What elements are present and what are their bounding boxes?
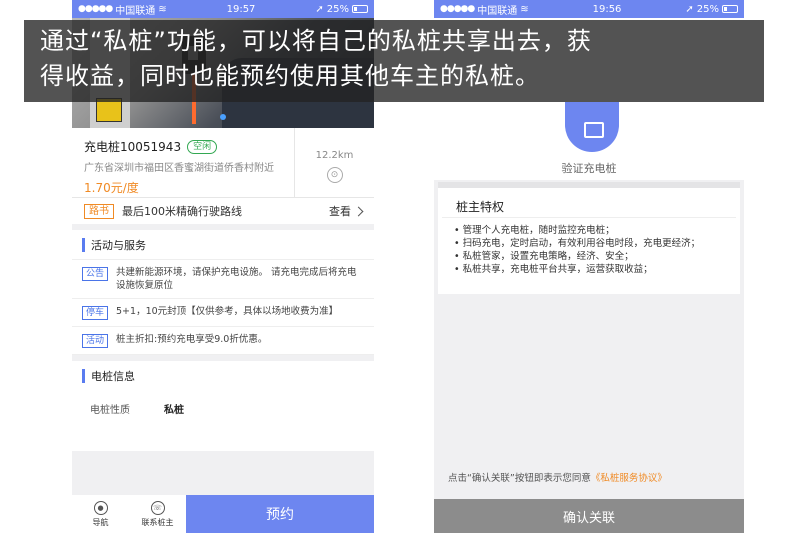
status-bar: ●●●●● 中国联通 ≋ 19:56 ➚ 25% [434,0,744,18]
electric-section: 电桩信息 电桩性质 私桩 [72,361,374,451]
location-pin-icon: ● [93,500,108,515]
distance-block[interactable]: 12.2km ⊙ [294,128,374,197]
route-text: 最后100米精确行驶路线 [122,205,242,218]
route-row[interactable]: 路书 最后100米精确行驶路线 查看 [72,198,374,230]
status-time: 19:57 [226,3,256,15]
activity-badge: 公告 [82,267,109,281]
status-time: 19:56 [592,3,622,15]
pile-type-value: 私桩 [164,405,184,416]
section-marker [82,237,85,252]
signal-icon: ●●●●● [78,4,113,14]
pile-distance: 12.2km [315,150,354,161]
privilege-item: • 管理个人充电桩，随时监控充电桩； [454,225,615,236]
section-marker [82,369,85,383]
book-button[interactable]: 预约 [186,495,374,533]
battery-icon [721,5,738,13]
privilege-card: 桩主特权 • 管理个人充电桩，随时监控充电桩； • 扫码充电，定时启动，有效利用… [438,182,740,294]
privilege-item: • 扫码充电，定时启动，有效利用谷电时段，充电更经济； [454,238,701,249]
wifi-icon: ≋ [158,3,167,15]
route-view-link[interactable]: 查看 [329,203,351,219]
list-item: 停车 5+1，10元封顶【仅供参考，具体以场地收费为准】 [72,299,374,327]
pile-address: 广东省深圳市福田区香蜜湖街道侨香村附近 [84,163,274,174]
pile-type-label: 电桩性质 [90,405,130,416]
activity-text: 5+1，10元封顶【仅供参考，具体以场地收费为准】 [116,306,339,317]
activities-title: 活动与服务 [91,238,146,252]
pile-name: 充电桩10051943 [84,140,182,154]
privilege-item: • 私桩共享，充电桩平台共享，运营获取收益； [454,264,653,275]
activity-badge: 停车 [82,306,109,320]
verify-scan-icon[interactable] [565,102,619,152]
signal-icon: ●●●●● [440,4,475,14]
chevron-right-icon [353,206,364,216]
agreement-text: 点击“确认关联”按钮即表示您同意《私桩服务协议》 [434,470,744,484]
verify-label[interactable]: 验证充电桩 [434,160,744,176]
pile-price: 1.70元/度 [84,181,139,195]
privilege-title: 桩主特权 [442,188,736,218]
agreement-prefix: 点击“确认关联”按钮即表示您同意 [448,473,591,484]
carrier-label: 中国联通 [115,5,156,17]
list-item: 活动 桩主折扣:预约充电享受9.0折优惠。 [72,327,374,355]
bottom-bar: ● 导航 ☏ 联系桩主 预约 [72,495,374,533]
battery-icon [351,5,368,13]
carrier-label: 中国联通 [477,5,518,17]
privilege-item: • 私桩管家，设置充电策略，经济、安全； [454,251,634,262]
agreement-link[interactable]: 《私桩服务协议》 [591,473,667,484]
caption-line-1: 通过“私桩”功能，可以将自己的私桩共享出去，获 [40,27,592,55]
contact-owner-button[interactable]: ☏ 联系桩主 [129,495,186,533]
phone-icon: ☏ [150,500,165,515]
location-icon: ➚ [315,3,324,15]
route-badge: 路书 [84,203,114,219]
battery-percent: 25% [326,3,349,15]
activity-badge: 活动 [82,334,109,348]
page: ●●●●● 中国联通 ≋ 19:57 ➚ 25% 充电桩10051943 空闲 … [0,0,800,533]
navigate-label: 导航 [92,517,109,527]
caption-overlay: 通过“私桩”功能，可以将自己的私桩共享出去，获 得收益，同时也能预约使用其他车主… [24,20,764,102]
wifi-icon: ≋ [520,3,529,15]
activity-text: 桩主折扣:预约充电享受9.0折优惠。 [116,334,268,345]
pile-status-badge: 空闲 [187,139,218,154]
electric-title: 电桩信息 [91,370,135,383]
location-pin-icon[interactable]: ⊙ [326,167,343,183]
list-item: 公告 共建新能源环境，请保护充电设施。 请充电完成后将充电设施恢复原位 [72,260,374,299]
pile-info: 充电桩10051943 空闲 广东省深圳市福田区香蜜湖街道侨香村附近 1.70元… [72,128,374,198]
battery-percent: 25% [696,3,719,15]
caption-line-2: 得收益，同时也能预约使用其他车主的私桩。 [40,62,540,90]
location-icon: ➚ [685,3,694,15]
navigate-button[interactable]: ● 导航 [72,495,129,533]
activity-text: 共建新能源环境，请保护充电设施。 请充电完成后将充电设施恢复原位 [116,267,357,291]
carousel-dot [220,114,226,120]
status-bar: ●●●●● 中国联通 ≋ 19:57 ➚ 25% [72,0,374,18]
confirm-link-button[interactable]: 确认关联 [434,499,744,533]
activities-section: 活动与服务 公告 共建新能源环境，请保护充电设施。 请充电完成后将充电设施恢复原… [72,230,374,355]
contact-owner-label: 联系桩主 [141,517,174,527]
